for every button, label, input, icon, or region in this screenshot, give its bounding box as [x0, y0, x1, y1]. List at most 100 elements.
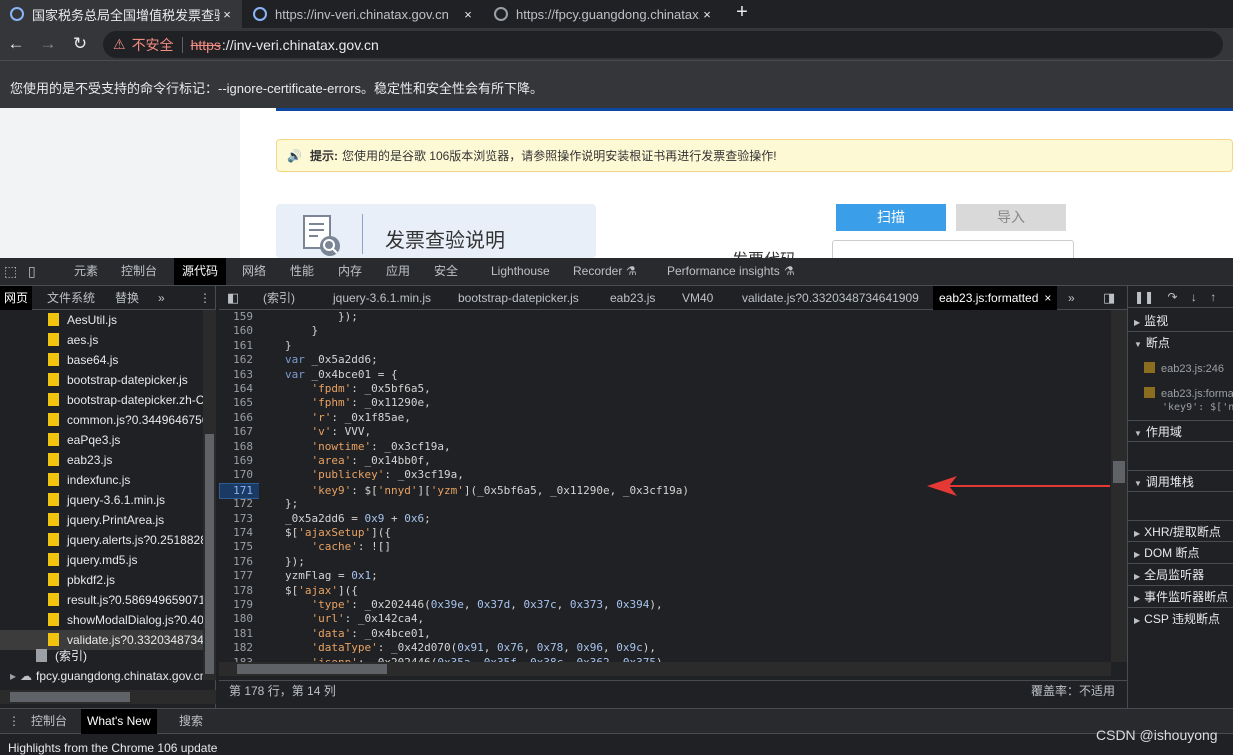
line-number[interactable]: 170: [219, 468, 259, 482]
line-number[interactable]: 176: [219, 555, 259, 569]
panel-recorder[interactable]: Recorder: [573, 258, 622, 285]
tab-invoice-platform[interactable]: 国家税务总局全国增值税发票查验平台 ×: [0, 0, 242, 28]
editor-h-thumb[interactable]: [237, 664, 387, 674]
tab-inv-veri[interactable]: https://inv-veri.chinatax.gov.cn ×: [243, 0, 483, 28]
file-item[interactable]: result.js?0.58694965907177: [0, 590, 203, 610]
expand-icon[interactable]: ▸: [10, 669, 16, 683]
line-number[interactable]: 181: [219, 627, 259, 641]
code-line[interactable]: 178 $['ajax']({: [219, 584, 1111, 598]
section-breakpoints[interactable]: ▼ 断点: [1128, 332, 1233, 354]
toggle-navigator-icon[interactable]: ◧: [227, 286, 239, 310]
panel-console[interactable]: 控制台: [121, 258, 157, 285]
panel-memory[interactable]: 内存: [338, 258, 362, 285]
panel-elements[interactable]: 元素: [74, 258, 98, 285]
code-line[interactable]: 177 yzmFlag = 0x1;: [219, 569, 1111, 583]
code-line[interactable]: 165 'fphm': _0x11290e,: [219, 396, 1111, 410]
line-number[interactable]: 179: [219, 598, 259, 612]
line-number[interactable]: 163: [219, 368, 259, 382]
file-item[interactable]: eab23.js: [0, 450, 203, 470]
line-number[interactable]: 162: [219, 353, 259, 367]
file-item[interactable]: jquery.alerts.js?0.25188281: [0, 530, 203, 550]
line-number[interactable]: 160: [219, 324, 259, 338]
file-item[interactable]: aes.js: [0, 330, 203, 350]
breakpoint-item[interactable]: eab23.js:246: [1144, 362, 1224, 375]
code-line[interactable]: 182 'dataType': _0x42d070(0x91, 0x76, 0x…: [219, 641, 1111, 655]
section-csp-breakpoints[interactable]: ▶ CSP 违规断点: [1128, 608, 1233, 630]
editor-tab-eab23-formatted[interactable]: eab23.js:formatted ×: [933, 286, 1058, 310]
code-line[interactable]: 164 'fpdm': _0x5bf6a5,: [219, 382, 1111, 396]
checkbox[interactable]: [1144, 387, 1155, 398]
import-button[interactable]: 导入: [956, 204, 1066, 231]
line-number[interactable]: 164: [219, 382, 259, 396]
close-icon[interactable]: ×: [1044, 291, 1051, 305]
file-item[interactable]: jquery.md5.js: [0, 550, 203, 570]
editor-tab-validate[interactable]: validate.js?0.3320348734641909: [742, 286, 919, 310]
section-xhr-breakpoints[interactable]: ▶ XHR/提取断点: [1128, 520, 1233, 542]
code-line[interactable]: 172};: [219, 497, 1111, 511]
editor-scrollbar[interactable]: [1111, 310, 1127, 662]
tab-fpcy[interactable]: https://fpcy.guangdong.chinatax.gov.cn ×: [484, 0, 722, 28]
device-toolbar-icon[interactable]: ▯: [28, 258, 36, 285]
editor-tab-datepicker[interactable]: bootstrap-datepicker.js: [458, 286, 579, 310]
nav-tab-filesystem[interactable]: 文件系统: [47, 286, 95, 310]
line-number[interactable]: 173: [219, 512, 259, 526]
inspect-icon[interactable]: ⬚: [4, 258, 17, 285]
file-item[interactable]: bootstrap-datepicker.js: [0, 370, 203, 390]
security-label[interactable]: 不安全: [132, 35, 174, 55]
code-line[interactable]: 181 'data': _0x4bce01,: [219, 627, 1111, 641]
pause-icon[interactable]: ❚❚: [1134, 290, 1154, 304]
code-line[interactable]: 168 'nowtime': _0x3cf19a,: [219, 440, 1111, 454]
line-number[interactable]: 165: [219, 396, 259, 410]
close-icon[interactable]: ×: [700, 7, 714, 22]
file-item[interactable]: bootstrap-datepicker.zh-CN.js: [0, 390, 203, 410]
section-scope[interactable]: ▼ 作用域: [1128, 420, 1233, 442]
line-number[interactable]: 161: [219, 339, 259, 353]
more-menu-icon[interactable]: ⋮: [199, 286, 211, 310]
line-number[interactable]: 177: [219, 569, 259, 583]
panel-performance[interactable]: 性能: [290, 258, 314, 285]
section-watch[interactable]: ▶ 监视: [1128, 310, 1233, 332]
line-number[interactable]: 180: [219, 612, 259, 626]
section-call-stack[interactable]: ▼ 调用堆栈: [1128, 470, 1233, 492]
line-number[interactable]: 182: [219, 641, 259, 655]
code-line[interactable]: 176});: [219, 555, 1111, 569]
index-entry[interactable]: (索引): [0, 646, 203, 666]
forward-button[interactable]: →: [37, 33, 59, 55]
code-line[interactable]: 166 'r': _0x1f85ae,: [219, 411, 1111, 425]
code-line[interactable]: 180 'url': _0x142ca4,: [219, 612, 1111, 626]
section-global-listeners[interactable]: ▶ 全局监听器: [1128, 564, 1233, 586]
address-bar[interactable]: ⚠ 不安全 https ://inv-veri.chinatax.gov.cn: [103, 31, 1223, 58]
checkbox[interactable]: [1144, 362, 1155, 373]
line-number[interactable]: 166: [219, 411, 259, 425]
line-number[interactable]: 169: [219, 454, 259, 468]
line-number[interactable]: 178: [219, 584, 259, 598]
line-number[interactable]: 168: [219, 440, 259, 454]
invoice-guide-card[interactable]: 发票查验说明: [276, 204, 596, 258]
editor-tab-jquery[interactable]: jquery-3.6.1.min.js: [333, 286, 431, 310]
step-out-icon[interactable]: ↑: [1210, 290, 1216, 304]
file-item[interactable]: showModalDialog.js?0.4028: [0, 610, 203, 630]
code-line[interactable]: 159 });: [219, 310, 1111, 324]
step-into-icon[interactable]: ↓: [1191, 290, 1197, 304]
drawer-tab-console[interactable]: 控制台: [31, 709, 67, 734]
domain-entry[interactable]: ▸ ☁ fpcy.guangdong.chinatax.gov.cn: [0, 666, 203, 686]
navigator-scroll-thumb[interactable]: [205, 434, 214, 674]
editor-tab-index[interactable]: (索引): [263, 286, 295, 310]
navigator-h-thumb[interactable]: [10, 692, 130, 702]
line-number[interactable]: 172: [219, 497, 259, 511]
panel-performance-insights[interactable]: Performance insights: [667, 258, 780, 285]
close-icon[interactable]: ×: [220, 7, 234, 22]
more-tabs-icon[interactable]: »: [158, 286, 165, 310]
panel-security[interactable]: 安全: [434, 258, 458, 285]
panel-network[interactable]: 网络: [242, 258, 266, 285]
file-item[interactable]: AesUtil.js: [0, 310, 203, 330]
nav-tab-page[interactable]: 网页: [0, 286, 33, 310]
file-item[interactable]: base64.js: [0, 350, 203, 370]
line-number[interactable]: 159: [219, 310, 259, 324]
file-item[interactable]: jquery-3.6.1.min.js: [0, 490, 203, 510]
line-number[interactable]: 174: [219, 526, 259, 540]
breakpoint-item[interactable]: eab23.js:formatted: [1144, 387, 1233, 400]
drawer-menu-icon[interactable]: ⋮: [8, 709, 20, 734]
panel-lighthouse[interactable]: Lighthouse: [491, 258, 550, 285]
code-line[interactable]: 162 var _0x5a2dd6;: [219, 353, 1111, 367]
